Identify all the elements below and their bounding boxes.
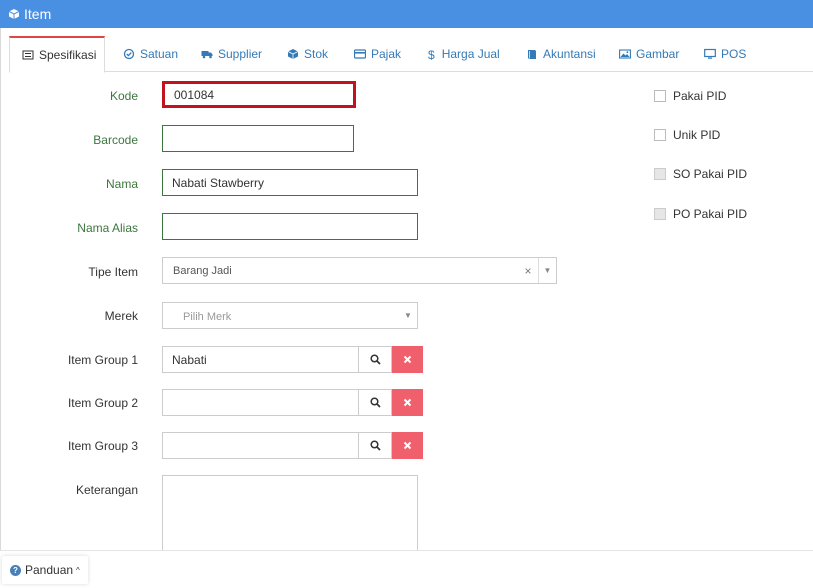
tipe-item-label: Tipe Item (88, 265, 138, 279)
so-pakai-pid-checkbox: SO Pakai PID (654, 167, 747, 181)
item-group-1-search-button[interactable] (359, 346, 392, 373)
item-group-2-clear-button[interactable] (392, 389, 423, 416)
book-icon (526, 48, 538, 60)
kode-field[interactable]: 001084 (162, 81, 356, 108)
checkbox-box (654, 168, 666, 180)
checkbox-label: SO Pakai PID (673, 167, 748, 181)
nama-alias-label: Nama Alias (77, 221, 138, 235)
panduan-label: Panduan (25, 563, 74, 577)
item-group-3-picker (162, 432, 423, 459)
checkbox-box (654, 208, 666, 220)
barcode-label: Barcode (93, 133, 138, 147)
monitor-icon (704, 48, 716, 60)
item-group-2-search-button[interactable] (359, 389, 392, 416)
close-icon (403, 398, 412, 407)
tab-label: Pajak (371, 47, 402, 61)
checkbox-label: Unik PID (673, 128, 721, 142)
panduan-button[interactable]: ? Panduan ^ (2, 556, 88, 584)
tab-satuan[interactable]: Satuan (111, 36, 190, 72)
cube-icon (8, 8, 20, 20)
item-group-3-label: Item Group 3 (67, 439, 138, 453)
checkbox-label: Pakai PID (673, 89, 727, 103)
checkbox-box[interactable] (654, 129, 666, 141)
tab-label: Satuan (140, 47, 179, 61)
help-icon: ? (10, 564, 21, 576)
tab-bar: Spesifikasi Satuan Supplier Stok Pajak $… (9, 36, 813, 73)
tab-pajak[interactable]: Pajak (342, 36, 413, 72)
truck-icon (201, 48, 213, 60)
search-icon (369, 397, 381, 408)
search-icon (369, 440, 381, 451)
keterangan-label: Keterangan (75, 483, 138, 497)
item-group-3-search-button[interactable] (359, 432, 392, 459)
checkbox-box[interactable] (654, 90, 666, 102)
merek-placeholder: Pilih Merk (183, 311, 232, 323)
tab-label: POS (721, 47, 747, 61)
item-group-1-picker: Nabati (162, 346, 423, 373)
item-group-1-clear-button[interactable] (392, 346, 423, 373)
checkbox-label: PO Pakai PID (673, 207, 748, 221)
window-titlebar: Item (0, 0, 813, 28)
image-icon (619, 48, 631, 60)
tab-spesifikasi[interactable]: Spesifikasi (9, 36, 105, 73)
close-icon (403, 355, 412, 364)
search-icon (369, 354, 381, 365)
barcode-field[interactable] (162, 125, 354, 152)
tipe-item-value: Barang Jadi (173, 264, 232, 277)
chevron-down-icon[interactable]: ▼ (538, 258, 556, 283)
list-icon (22, 49, 34, 61)
pakai-pid-checkbox[interactable]: Pakai PID (654, 89, 726, 103)
item-group-2-picker (162, 389, 423, 416)
panel-left-border (0, 28, 1, 550)
close-icon (403, 441, 412, 450)
dollar-icon: $ (428, 48, 435, 62)
card-icon (354, 48, 366, 60)
item-group-2-field[interactable] (162, 389, 359, 416)
merek-select[interactable]: Pilih Merk ▼ (162, 302, 418, 329)
tab-label: Harga Jual (441, 47, 500, 61)
tipe-item-select[interactable]: Barang Jadi × ▼ (162, 257, 557, 284)
tab-stok[interactable]: Stok (275, 36, 340, 72)
check-circle-icon (123, 48, 135, 60)
cube-icon (287, 48, 299, 60)
unik-pid-checkbox[interactable]: Unik PID (654, 128, 720, 142)
nama-value: Nabati Stawberry (172, 175, 265, 190)
item-group-1-label: Item Group 1 (67, 353, 138, 367)
chevron-down-icon[interactable]: ▼ (399, 303, 417, 328)
bottom-bar (0, 550, 813, 588)
tab-pos[interactable]: POS (692, 36, 758, 72)
tab-label: Supplier (218, 47, 263, 61)
item-group-1-value: Nabati (172, 352, 207, 367)
nama-alias-field[interactable] (162, 213, 418, 240)
kode-value: 001084 (174, 87, 215, 102)
po-pakai-pid-checkbox: PO Pakai PID (654, 207, 747, 221)
window-title: Item (24, 6, 52, 22)
tab-label: Gambar (636, 47, 680, 61)
item-group-3-field[interactable] (162, 432, 359, 459)
item-group-2-label: Item Group 2 (67, 396, 138, 410)
item-group-1-field[interactable]: Nabati (162, 346, 359, 373)
tab-akuntansi[interactable]: Akuntansi (514, 36, 608, 72)
tab-label: Stok (304, 47, 329, 61)
tab-label: Spesifikasi (39, 48, 97, 62)
merek-label: Merek (104, 309, 138, 323)
nama-field[interactable]: Nabati Stawberry (162, 169, 418, 196)
tab-gambar[interactable]: Gambar (607, 36, 691, 72)
tab-harga-jual[interactable]: $ Harga Jual (416, 36, 512, 72)
tab-supplier[interactable]: Supplier (189, 36, 274, 72)
clear-icon[interactable]: × (518, 264, 538, 278)
keterangan-textarea[interactable] (162, 475, 418, 555)
nama-label: Nama (105, 177, 138, 191)
item-group-3-clear-button[interactable] (392, 432, 423, 459)
tab-label: Akuntansi (543, 47, 596, 61)
chevron-up-icon: ^ (76, 565, 80, 575)
kode-label: Kode (109, 89, 138, 103)
